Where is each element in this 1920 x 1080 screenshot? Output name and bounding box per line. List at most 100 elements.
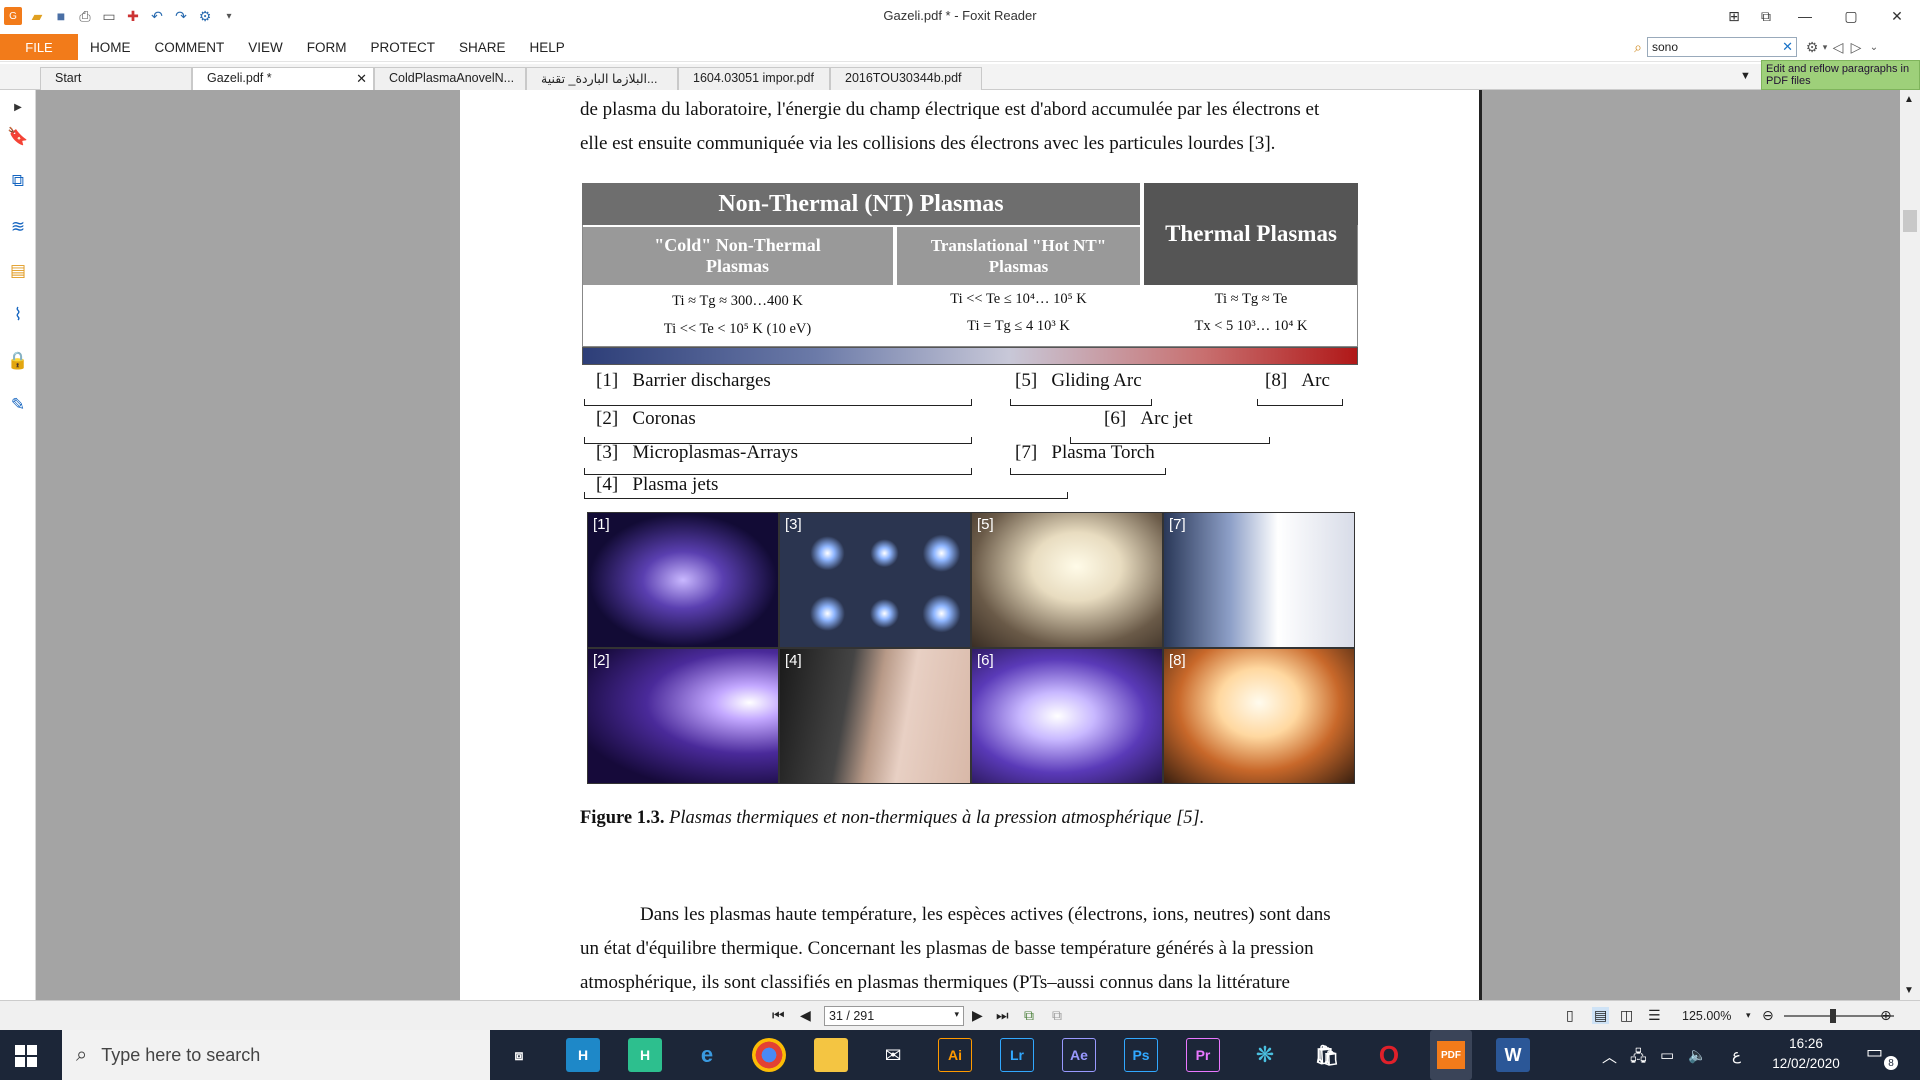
doc-tab-label: 2016TOU30344b.pdf	[845, 71, 962, 85]
expand-panel-icon[interactable]: ▶	[7, 96, 29, 118]
close-button[interactable]: ✕	[1874, 0, 1920, 32]
facing-pages-icon[interactable]: ◫	[1620, 1007, 1633, 1024]
reflow-tooltip[interactable]: Edit and reflow paragraphs in PDF files	[1761, 60, 1920, 90]
app-hamster-icon[interactable]: H	[628, 1038, 662, 1072]
media-app-icon[interactable]: ❋	[1248, 1038, 1282, 1072]
bracket-label-8: [8] Arc	[1265, 370, 1330, 391]
search-icon[interactable]: ⌕	[1629, 38, 1647, 56]
tab-share[interactable]: SHARE	[447, 34, 518, 60]
paragraph-line: Dans les plasmas haute température, les …	[640, 904, 1331, 925]
word-icon[interactable]: W	[1496, 1038, 1530, 1072]
single-page-icon[interactable]: ▯	[1566, 1007, 1574, 1024]
doc-tab-label: Gazeli.pdf *	[207, 71, 272, 85]
window-title: Gazeli.pdf * - Foxit Reader	[883, 8, 1037, 23]
store-icon[interactable]: 🛍	[1310, 1038, 1344, 1072]
last-page-icon[interactable]: ⏭	[996, 1007, 1009, 1024]
first-page-icon[interactable]: ⏮	[772, 1007, 785, 1024]
tab-form[interactable]: FORM	[295, 34, 359, 60]
opera-icon[interactable]: O	[1372, 1038, 1406, 1072]
notification-center-icon[interactable]: ▭ 8	[1866, 1042, 1898, 1070]
next-page-icon[interactable]: ▶	[972, 1007, 983, 1024]
search-icon: ⌕	[76, 1043, 88, 1066]
signature-icon[interactable]: ✎	[7, 394, 29, 416]
zoom-dropdown-icon[interactable]: ▾	[1746, 1010, 1751, 1021]
dropdown-arrow-icon[interactable]: ▾	[954, 1009, 959, 1020]
photoshop-icon[interactable]: Ps	[1124, 1038, 1158, 1072]
paragraph-line: elle est ensuite communiquée via les col…	[580, 133, 1276, 154]
scrollbar-thumb[interactable]	[1903, 210, 1917, 232]
volume-icon[interactable]: 🔈	[1688, 1046, 1707, 1064]
tab-home[interactable]: HOME	[78, 34, 143, 60]
continuous-facing-icon[interactable]: ☰	[1648, 1007, 1661, 1024]
attachment-icon[interactable]: ⌇	[7, 304, 29, 326]
scroll-up-icon[interactable]: ▲	[1904, 94, 1914, 105]
dropdown-arrow-icon[interactable]: ▾	[1821, 38, 1829, 56]
doc-tab-coldplasma[interactable]: ColdPlasmaAnovelN...	[374, 67, 526, 90]
security-lock-icon[interactable]: 🔒	[7, 350, 29, 372]
page-number-input[interactable]: 31 / 291 ▾	[824, 1006, 964, 1026]
lightroom-icon[interactable]: Lr	[1000, 1038, 1034, 1072]
layout-icon[interactable]: ⊞	[1718, 0, 1750, 32]
after-effects-icon[interactable]: Ae	[1062, 1038, 1096, 1072]
mail-icon[interactable]: ✉	[876, 1038, 910, 1072]
show-hidden-icons[interactable]: ︿	[1602, 1046, 1617, 1067]
maximize-button[interactable]: ▢	[1828, 0, 1874, 32]
comments-icon[interactable]: ▤	[7, 260, 29, 282]
tab-comment[interactable]: COMMENT	[143, 34, 237, 60]
taskbar-search-box[interactable]: ⌕ Type here to search	[62, 1030, 490, 1080]
doc-tab-start[interactable]: Start	[40, 67, 192, 90]
zoom-slider-handle[interactable]	[1830, 1009, 1836, 1023]
zoom-in-icon[interactable]: ⊕	[1880, 1007, 1892, 1024]
nt-header: Non-Thermal (NT) Plasmas	[582, 183, 1140, 225]
input-language[interactable]: ع	[1732, 1046, 1741, 1064]
layers-icon[interactable]: ≋	[7, 216, 29, 238]
window-controls: ⊞ ⧉ — ▢ ✕	[1718, 0, 1920, 32]
illustrator-icon[interactable]: Ai	[938, 1038, 972, 1072]
minimize-button[interactable]: —	[1782, 0, 1828, 32]
pages-icon[interactable]: ⧉	[7, 170, 29, 192]
task-view-icon[interactable]: ⧈	[502, 1038, 536, 1072]
doc-tab-2016tou[interactable]: 2016TOU30344b.pdf	[830, 67, 982, 90]
bracket-label-6: [6] Arc jet	[1104, 408, 1193, 429]
tab-view[interactable]: VIEW	[236, 34, 295, 60]
zoom-out-icon[interactable]: ⊖	[1762, 1007, 1774, 1024]
doc-tab-gazeli[interactable]: Gazeli.pdf * ✕	[192, 67, 374, 90]
previous-result-icon[interactable]: ◁	[1829, 38, 1847, 56]
edge-icon[interactable]: e	[690, 1038, 724, 1072]
network-icon[interactable]: 🖧	[1630, 1046, 1647, 1071]
app-hp-icon[interactable]: H	[566, 1038, 600, 1072]
battery-icon[interactable]: ▭	[1660, 1046, 1674, 1064]
previous-view-icon[interactable]: ⧉	[1024, 1007, 1034, 1024]
chrome-icon[interactable]	[752, 1038, 786, 1072]
continuous-page-icon[interactable]: ▤	[1592, 1007, 1610, 1024]
bookmark-icon[interactable]: 🔖	[7, 126, 29, 148]
photo-corona: [2]	[587, 648, 779, 784]
file-explorer-icon[interactable]	[814, 1038, 848, 1072]
next-view-icon[interactable]: ⧉	[1052, 1007, 1062, 1024]
restore-layout-icon[interactable]: ⧉	[1750, 0, 1782, 32]
search-settings-icon[interactable]: ⚙	[1803, 38, 1821, 56]
next-result-icon[interactable]: ▷	[1847, 38, 1865, 56]
zoom-level[interactable]: 125.00%	[1682, 1009, 1731, 1023]
close-tab-icon[interactable]: ✕	[356, 71, 367, 87]
clear-search-icon[interactable]: ✕	[1782, 39, 1793, 55]
zoom-slider[interactable]	[1784, 1009, 1894, 1023]
tab-list-arrow-icon[interactable]: ▼	[1740, 70, 1751, 82]
doc-tab-arabic[interactable]: البلازما الباردة_ تقنية...	[526, 67, 678, 90]
foxit-taskbar-active[interactable]: PDF	[1430, 1030, 1472, 1080]
notification-icon: ▭	[1866, 1042, 1884, 1062]
tab-protect[interactable]: PROTECT	[359, 34, 448, 60]
previous-page-icon[interactable]: ◀	[800, 1007, 811, 1024]
file-menu-button[interactable]: FILE	[0, 34, 78, 60]
premiere-icon[interactable]: Pr	[1186, 1038, 1220, 1072]
doc-tab-1604[interactable]: 1604.03051 impor.pdf	[678, 67, 830, 90]
system-clock[interactable]: 16:26 12/02/2020	[1766, 1034, 1846, 1074]
tab-help[interactable]: HELP	[518, 34, 577, 60]
ribbon-menu: FILE HOME COMMENT VIEW FORM PROTECT SHAR…	[0, 34, 1920, 62]
clock-time: 16:26	[1789, 1036, 1823, 1051]
search-input[interactable]: sono ✕	[1647, 37, 1797, 57]
paragraph-line: un état d'équilibre thermique. Concernan…	[580, 938, 1314, 959]
collapse-ribbon-icon[interactable]: ⌄	[1865, 38, 1883, 56]
windows-start-icon[interactable]	[14, 1044, 38, 1068]
scroll-down-icon[interactable]: ▼	[1904, 985, 1914, 996]
